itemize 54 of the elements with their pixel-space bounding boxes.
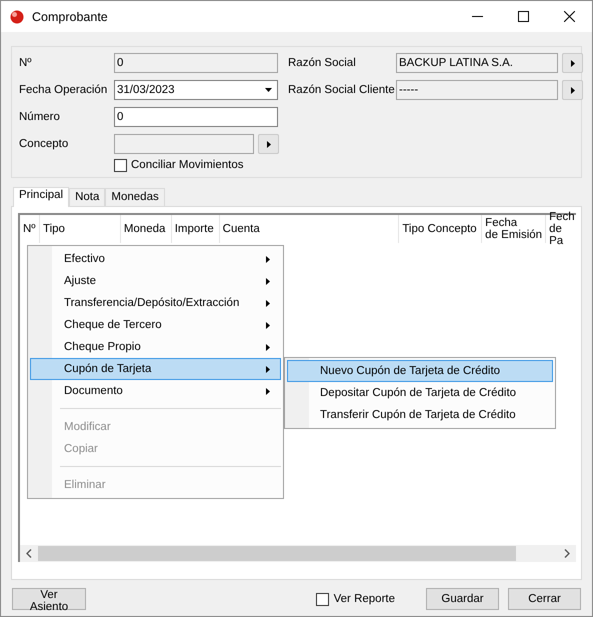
close-icon[interactable] [564, 11, 574, 22]
checkbox-label: Ver Reporte [334, 593, 395, 605]
date-dropdown[interactable]: 31/03/2023 [114, 80, 278, 100]
menu-item[interactable]: Nuevo Cupón de Tarjeta de Crédito [287, 360, 553, 382]
arrow-right-icon [266, 140, 270, 148]
checkbox[interactable] [316, 592, 329, 606]
window-title: Comprobante [32, 10, 108, 24]
scroll-right-icon [564, 549, 570, 558]
arrow-right-icon [266, 388, 270, 394]
column-header[interactable]: Fecha de Emisión [482, 215, 546, 243]
arrow-right-icon [570, 60, 574, 66]
arrow-right-icon [266, 344, 270, 350]
horizontal-scrollbar[interactable] [20, 545, 576, 562]
arrow-right-icon [266, 278, 270, 284]
arrow-right-icon [570, 86, 574, 94]
column-header[interactable]: Importe [172, 215, 220, 243]
action-button[interactable]: Cerrar [508, 588, 581, 610]
field-label: Concepto [19, 138, 70, 150]
arrow-right-icon [266, 322, 270, 328]
menu-item[interactable]: Transferencia/Depósito/Extracción [30, 292, 281, 314]
field-label: Fecha Operación [19, 84, 108, 96]
menu-item[interactable]: Efectivo [30, 248, 281, 270]
column-header[interactable]: Cuenta [220, 215, 400, 243]
arrow-right-icon [266, 366, 270, 372]
view-entry-button[interactable]: Ver Asiento [12, 588, 86, 610]
column-header[interactable]: Nº [20, 215, 40, 243]
scroll-left-icon [26, 549, 32, 558]
field-label: Nº [19, 57, 33, 69]
arrow-right-icon [266, 256, 270, 262]
field-label: Razón Social [288, 57, 357, 69]
menu-item[interactable]: Cupón de Tarjeta [30, 358, 281, 380]
checkbox[interactable] [114, 158, 127, 172]
app-icon [10, 10, 24, 24]
arrow-right-icon [266, 300, 270, 306]
checkbox-label: Conciliar Movimientos [131, 159, 244, 171]
menu-item[interactable]: Documento [30, 380, 281, 402]
tab[interactable]: Principal [13, 187, 70, 207]
menu-item[interactable]: Transferir Cupón de Tarjeta de Crédito [287, 404, 553, 426]
action-button[interactable]: Guardar [426, 588, 499, 610]
column-header[interactable]: Moneda [120, 215, 172, 243]
menu-item[interactable]: Depositar Cupón de Tarjeta de Crédito [287, 382, 553, 404]
tab[interactable]: Monedas [105, 188, 165, 206]
menu-item[interactable]: Cheque Propio [30, 336, 281, 358]
maximize-icon[interactable] [518, 11, 528, 22]
scrollbar-thumb[interactable] [38, 546, 516, 561]
column-header[interactable]: Tipo [40, 215, 121, 243]
field-label: Número [19, 111, 61, 123]
menu-item[interactable]: Cheque de Tercero [30, 314, 281, 336]
menu-item[interactable]: Ajuste [30, 270, 281, 292]
input-field[interactable]: 0 [114, 107, 278, 127]
tab[interactable]: Nota [69, 188, 106, 206]
column-header[interactable]: Tipo Concepto [399, 215, 482, 243]
dropdown-caret-icon [265, 88, 272, 92]
field-label: Razón Social Cliente [288, 84, 396, 96]
